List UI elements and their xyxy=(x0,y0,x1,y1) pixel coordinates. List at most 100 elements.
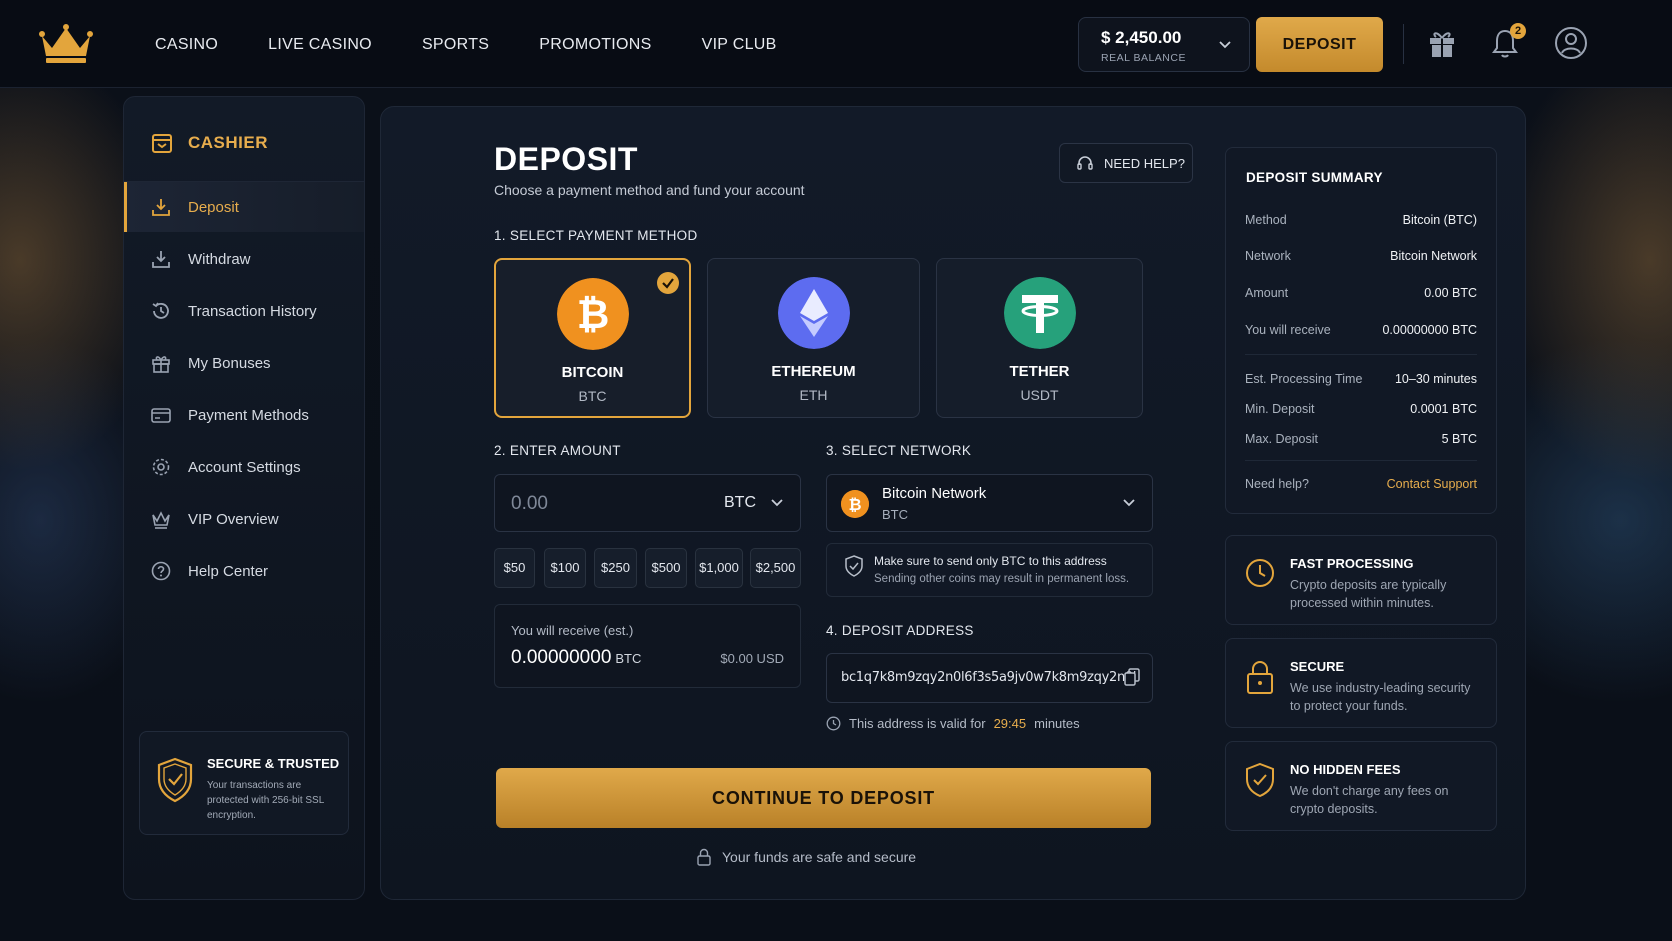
summary-row-network: Network Bitcoin Network xyxy=(1245,249,1477,263)
sidebar-item-label: Help Center xyxy=(188,562,269,580)
network-warning: Make sure to send only BTC to this addre… xyxy=(826,543,1153,597)
sidebar-item-help-center[interactable]: Help Center xyxy=(124,546,364,596)
payment-method-tether[interactable]: TETHER USDT xyxy=(936,258,1143,418)
copy-icon[interactable] xyxy=(1124,668,1140,686)
user-profile-icon[interactable] xyxy=(1554,26,1588,60)
receive-usd: $0.00 USD xyxy=(720,651,784,666)
receive-value-line: 0.00000000 BTC xyxy=(511,647,641,669)
feature-desc: We don't charge any fees on crypto depos… xyxy=(1290,784,1449,816)
amount-input[interactable] xyxy=(511,489,691,519)
summary-divider xyxy=(1245,460,1477,461)
receive-unit: BTC xyxy=(615,651,642,666)
method-name: TETHER xyxy=(1009,363,1070,380)
feature-title: NO HIDDEN FEES xyxy=(1290,762,1401,777)
summary-help-label: Need help? xyxy=(1245,477,1309,491)
quick-amount-250[interactable]: $250 xyxy=(594,548,637,588)
download-icon xyxy=(152,199,170,216)
help-icon xyxy=(151,561,171,581)
svg-text:₿: ₿ xyxy=(576,292,609,338)
clock-icon xyxy=(826,716,841,731)
amount-field: BTC xyxy=(494,474,801,532)
nav-vip-club[interactable]: VIP CLUB xyxy=(702,36,777,54)
summary-value: 10–30 minutes xyxy=(1394,372,1477,386)
summary-value: 0.00000000 BTC xyxy=(1382,323,1477,337)
safe-note: Your funds are safe and secure xyxy=(696,848,916,866)
summary-value: 5 BTC xyxy=(1441,432,1477,446)
deposit-address-field[interactable]: bc1q7k8m9zqy2n0l6f3s5a9jv0w7k8m9zqy2n0l xyxy=(826,653,1153,703)
receive-estimate-box: You will receive (est.) 0.00000000 BTC $0… xyxy=(494,604,801,688)
sidebar-item-payment-methods[interactable]: Payment Methods xyxy=(124,390,364,440)
feature-desc: We use industry-leading security to prot… xyxy=(1290,681,1471,713)
nav-casino[interactable]: CASINO xyxy=(155,36,218,54)
bitcoin-icon: ₿ xyxy=(841,490,869,518)
deposit-address[interactable]: bc1q7k8m9zqy2n0l6f3s5a9jv0w7k8m9zqy2n0l xyxy=(841,670,1136,685)
quick-amount-1000[interactable]: $1,000 xyxy=(695,548,743,588)
gift-icon xyxy=(152,356,170,373)
quick-amount-2500[interactable]: $2,500 xyxy=(750,548,801,588)
nav-sports[interactable]: SPORTS xyxy=(422,36,489,54)
feature-fast-processing: FAST PROCESSING Crypto deposits are typi… xyxy=(1225,535,1497,625)
continue-to-deposit-button[interactable]: CONTINUE TO DEPOSIT xyxy=(496,768,1151,828)
secure-description: Your transactions are protected with 256… xyxy=(207,780,324,821)
step-3-label: 3. SELECT NETWORK xyxy=(826,443,972,458)
quick-amount-50[interactable]: $50 xyxy=(494,548,535,588)
summary-row-max-deposit: Max. Deposit 5 BTC xyxy=(1245,432,1477,446)
header-divider xyxy=(1403,24,1404,64)
sidebar-item-transaction-history[interactable]: Transaction History xyxy=(124,286,364,336)
need-help-label: NEED HELP? xyxy=(1104,155,1185,171)
amount-currency[interactable]: BTC xyxy=(724,494,756,512)
notification-badge: 2 xyxy=(1510,23,1526,39)
network-select[interactable]: ₿ Bitcoin Network BTC xyxy=(826,474,1153,532)
tether-icon xyxy=(1003,277,1076,349)
withdraw-icon xyxy=(152,251,170,268)
ethereum-icon xyxy=(777,277,850,349)
feature-title: FAST PROCESSING xyxy=(1290,556,1414,571)
method-ticker: USDT xyxy=(1020,387,1059,403)
main-nav: CASINO LIVE CASINO SPORTS PROMOTIONS VIP… xyxy=(155,36,777,54)
method-ticker: BTC xyxy=(578,388,607,404)
payment-method-bitcoin[interactable]: ₿ BITCOIN BTC xyxy=(494,258,691,418)
method-name: BITCOIN xyxy=(561,364,624,381)
sidebar-item-account-settings[interactable]: Account Settings xyxy=(124,442,364,492)
balance-amount: $ 2,450.00 xyxy=(1101,28,1182,47)
sidebar-item-withdraw[interactable]: Withdraw xyxy=(124,234,364,284)
sidebar-item-label: VIP Overview xyxy=(188,510,279,528)
contact-support-link[interactable]: Contact Support xyxy=(1387,477,1477,491)
lock-icon xyxy=(1247,661,1273,694)
headset-icon xyxy=(1077,156,1093,170)
payment-method-ethereum[interactable]: ETHEREUM ETH xyxy=(707,258,920,418)
cashier-sidebar: CASHIER Deposit Withdraw Transaction His… xyxy=(123,96,365,900)
cashier-icon xyxy=(152,134,172,153)
secure-trusted-box: SECURE & TRUSTED Your transactions are p… xyxy=(139,731,349,835)
clock-icon xyxy=(1246,559,1274,587)
sidebar-item-vip-overview[interactable]: VIP Overview xyxy=(124,494,364,544)
crown-logo-icon[interactable] xyxy=(38,22,94,64)
step-4-label: 4. DEPOSIT ADDRESS xyxy=(826,623,974,638)
header-deposit-button[interactable]: DEPOSIT xyxy=(1256,17,1383,72)
quick-amount-500[interactable]: $500 xyxy=(645,548,687,588)
quick-amount-100[interactable]: $100 xyxy=(544,548,586,588)
network-name: Bitcoin Network xyxy=(882,485,987,502)
summary-key: You will receive xyxy=(1245,323,1331,337)
summary-row-min-deposit: Min. Deposit 0.0001 BTC xyxy=(1245,402,1477,416)
warning-line-2: Sending other coins may result in perman… xyxy=(874,573,1130,585)
nav-live-casino[interactable]: LIVE CASINO xyxy=(268,36,372,54)
need-help-button[interactable]: NEED HELP? xyxy=(1059,143,1193,183)
top-bar: CASINO LIVE CASINO SPORTS PROMOTIONS VIP… xyxy=(0,0,1672,88)
summary-divider xyxy=(1245,354,1477,355)
step-1-label: 1. SELECT PAYMENT METHOD xyxy=(494,228,698,243)
sidebar-item-label: Deposit xyxy=(188,198,239,216)
sidebar-item-label: Transaction History xyxy=(188,302,317,320)
balance-selector[interactable]: $ 2,450.00 REAL BALANCE xyxy=(1078,17,1250,72)
address-validity: This address is valid for 29:45 minutes xyxy=(826,716,1080,731)
chevron-down-icon[interactable] xyxy=(770,496,784,510)
shield-check-icon xyxy=(157,757,193,803)
method-ticker: ETH xyxy=(799,387,828,403)
summary-key: Est. Processing Time xyxy=(1245,372,1363,386)
nav-promotions[interactable]: PROMOTIONS xyxy=(539,36,651,54)
sidebar-item-deposit[interactable]: Deposit xyxy=(124,182,364,232)
validity-suffix: minutes xyxy=(1034,716,1080,731)
gift-icon[interactable] xyxy=(1426,26,1458,60)
sidebar-item-my-bonuses[interactable]: My Bonuses xyxy=(124,338,364,388)
summary-value: Bitcoin Network xyxy=(1390,249,1477,263)
